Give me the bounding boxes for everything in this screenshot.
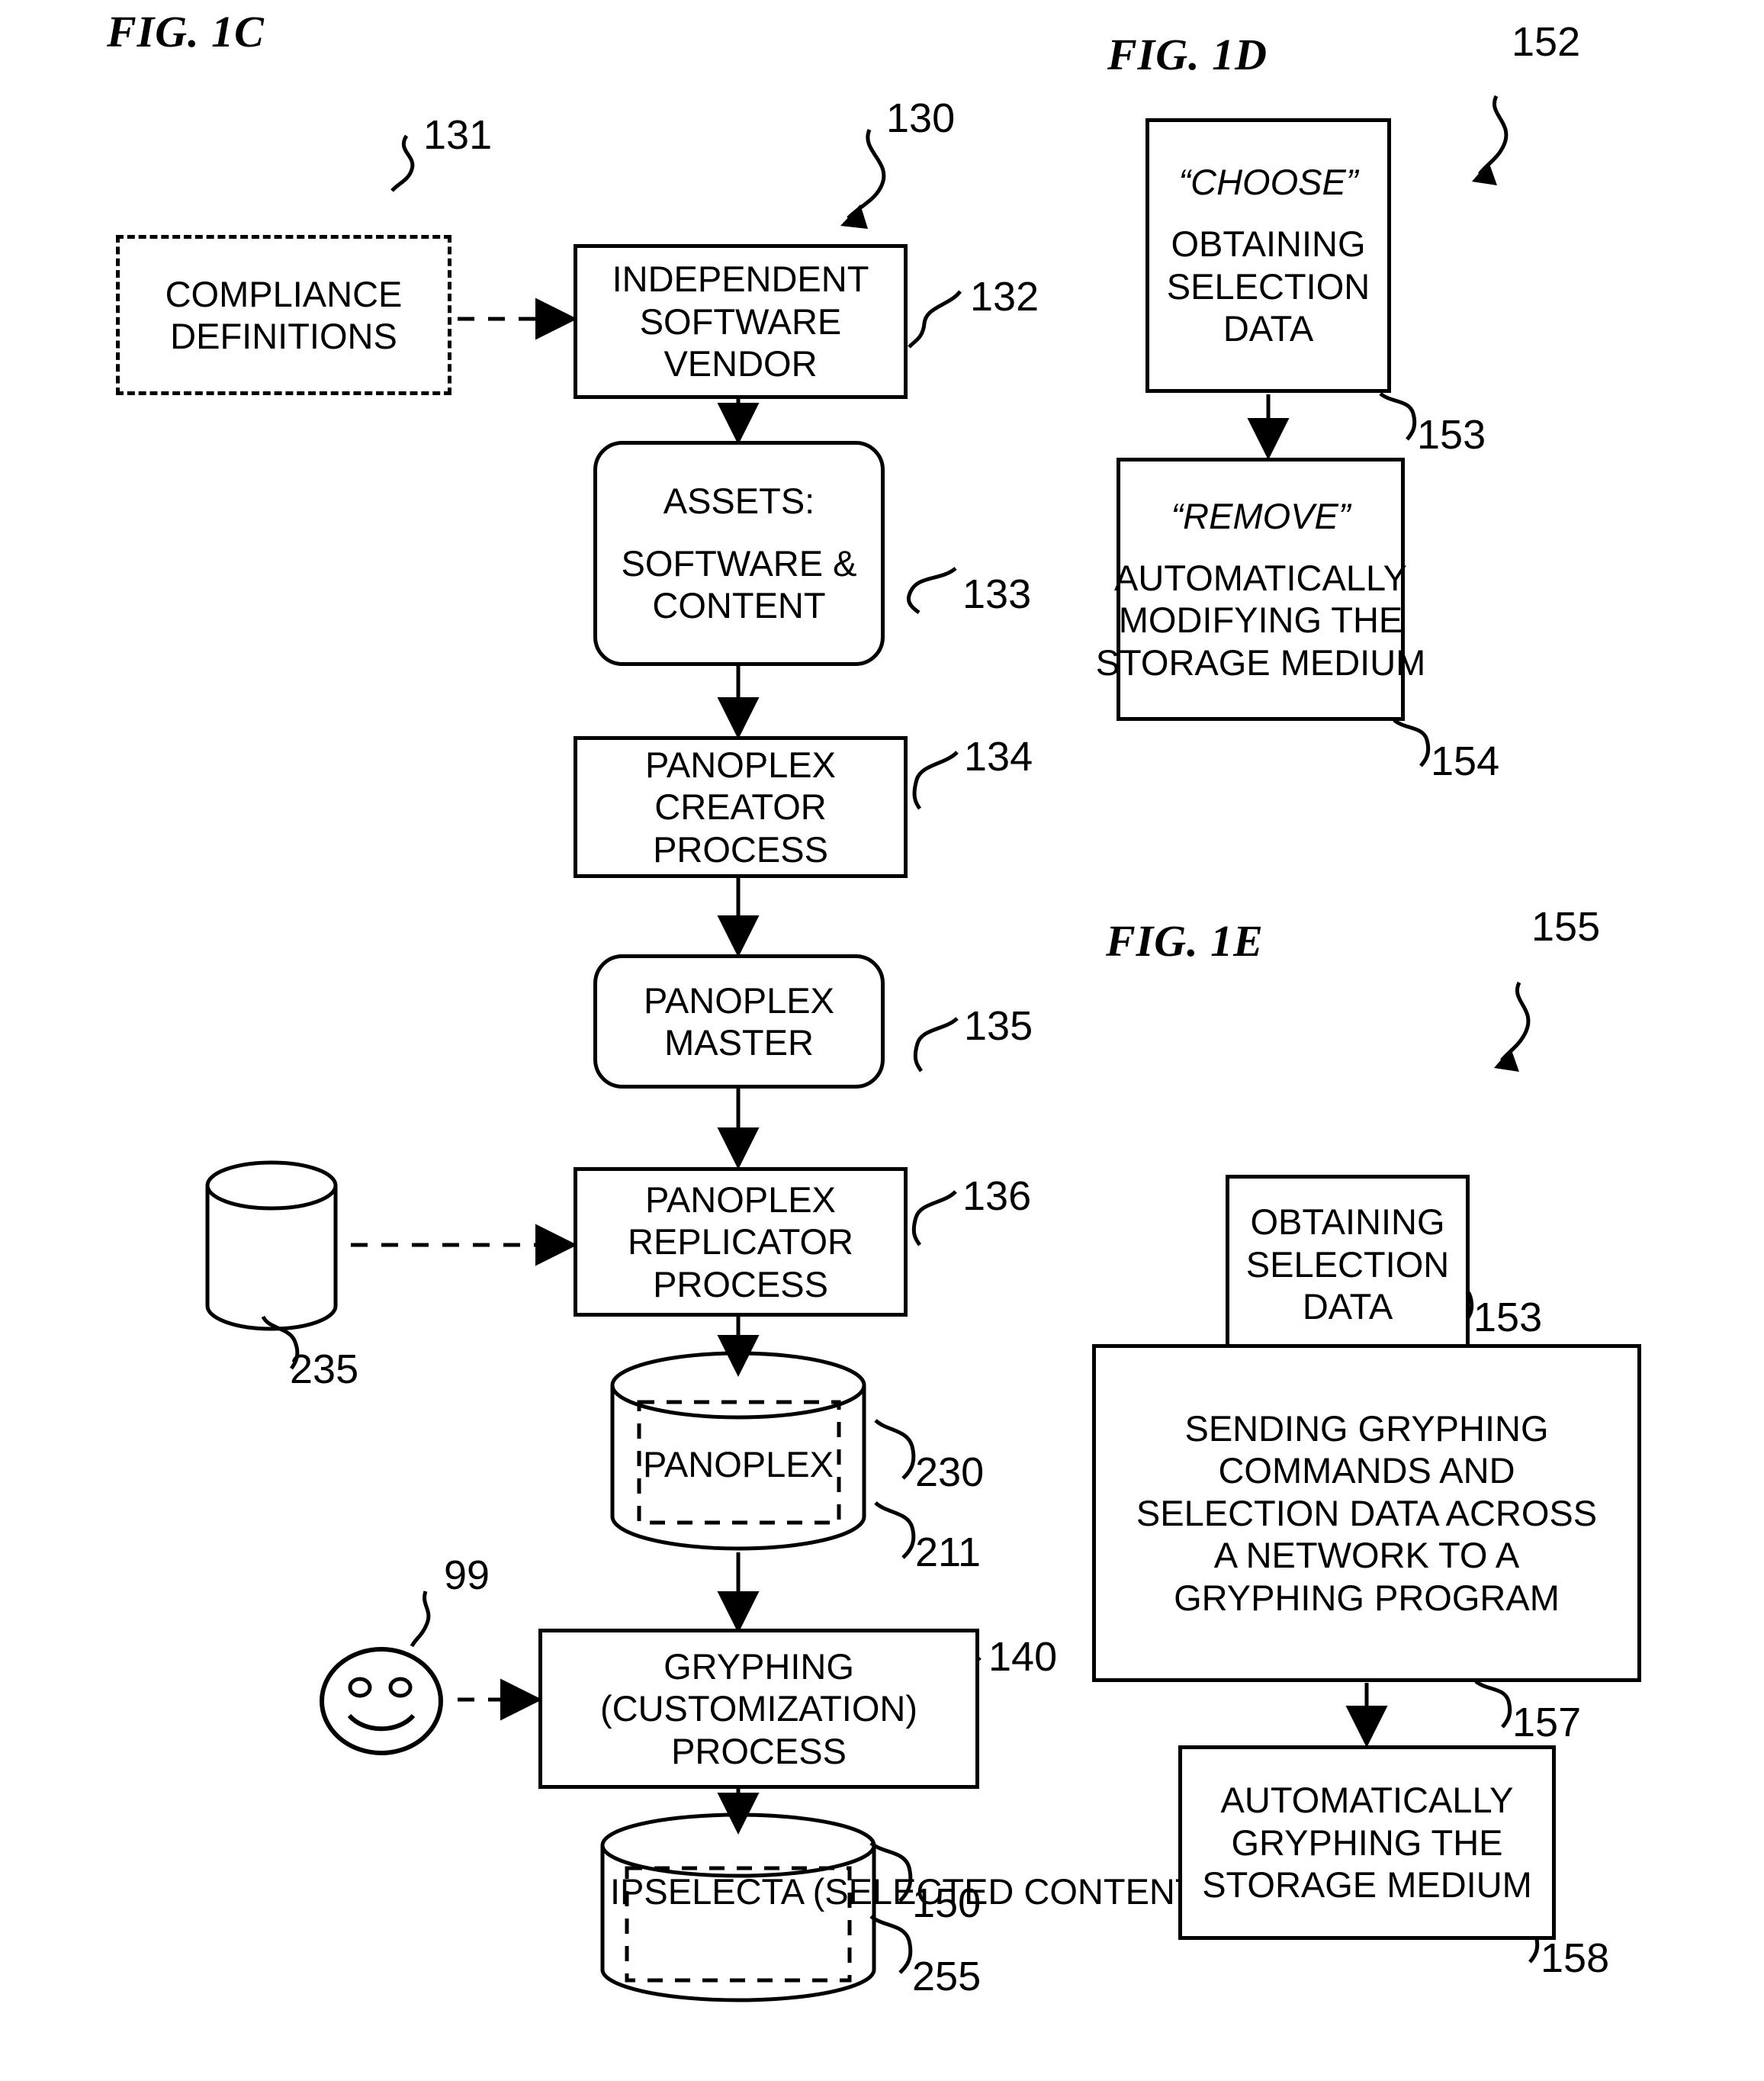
- node-sending-gryphing-commands: SENDING GRYPHING COMMANDS AND SELECTION …: [1092, 1344, 1641, 1682]
- node-line: SENDING GRYPHING: [1184, 1407, 1549, 1449]
- reference-numeral-99: 99: [444, 1552, 490, 1598]
- node-line: PROCESS: [671, 1730, 847, 1771]
- node-line: SOFTWARE &: [621, 542, 857, 584]
- reference-numeral-153-e: 153: [1473, 1295, 1543, 1340]
- node-line: OBTAINING: [1171, 224, 1366, 265]
- reference-numeral-130: 130: [886, 95, 956, 141]
- node-line: A NETWORK TO A: [1213, 1535, 1520, 1576]
- patent-figure-sheet: FIG. 1C 130 131 COMPLIANCE DEFINITIONS I…: [0, 0, 1764, 2081]
- reference-numeral-135: 135: [964, 1003, 1033, 1049]
- node-panoplex-replicator-process: PANOPLEX REPLICATOR PROCESS: [574, 1167, 908, 1317]
- reference-numeral-211: 211: [915, 1529, 982, 1575]
- lead-line-130: [840, 129, 886, 229]
- node-line: PROCESS: [653, 828, 828, 870]
- node-line: DATA: [1302, 1286, 1393, 1327]
- node-line: SELECTION: [1245, 1243, 1450, 1285]
- label-panoplex-disk: PANOPLEX: [643, 1444, 834, 1484]
- node-line: (CUSTOMIZATION): [599, 1688, 917, 1729]
- node-line: OBTAINING: [1250, 1201, 1445, 1243]
- node-line: IPSELECTA: [610, 1871, 803, 1912]
- node-line: REPLICATOR: [628, 1221, 853, 1262]
- node-line: SOFTWARE: [639, 301, 842, 342]
- figure-title-1e: FIG. 1E: [1106, 916, 1264, 966]
- reference-numeral-153-d: 153: [1417, 412, 1486, 458]
- node-gryphing-customization-process: GRYPHING (CUSTOMIZATION) PROCESS: [538, 1629, 979, 1789]
- lead-line-154: [1393, 718, 1431, 767]
- node-obtaining-selection-data: OBTAINING SELECTION DATA: [1226, 1175, 1470, 1354]
- node-line: DEFINITIONS: [170, 316, 397, 356]
- lead-line-134: [912, 751, 959, 810]
- node-line: AUTOMATICALLY: [1220, 1780, 1514, 1821]
- reference-numeral-134: 134: [964, 734, 1033, 780]
- node-line: STORAGE MEDIUM: [1202, 1864, 1532, 1906]
- lead-line-136: [911, 1190, 957, 1246]
- reference-numeral-136: 136: [962, 1173, 1032, 1219]
- reference-numeral-158: 158: [1541, 1935, 1610, 1981]
- node-line: GRYPHING: [664, 1645, 854, 1687]
- reference-numeral-157: 157: [1512, 1700, 1582, 1745]
- reference-numeral-140: 140: [988, 1634, 1058, 1680]
- node-line: PANOPLEX: [645, 744, 836, 785]
- reference-numeral-150: 150: [912, 1880, 982, 1926]
- node-line: CREATOR: [654, 786, 827, 828]
- node-choose-obtaining-selection-data: “CHOOSE” OBTAINING SELECTION DATA: [1145, 118, 1391, 393]
- lead-line-153-d: [1379, 391, 1417, 441]
- reference-numeral-255: 255: [912, 1954, 982, 1999]
- node-line: PANOPLEX: [645, 1179, 836, 1220]
- lead-line-211: [874, 1501, 916, 1559]
- figure-title-1c: FIG. 1C: [107, 7, 265, 56]
- lead-line-157: [1474, 1679, 1512, 1729]
- node-line: GRYPHING PROGRAM: [1174, 1577, 1560, 1618]
- node-line: SELECTION: [1166, 265, 1370, 307]
- node-line: STORAGE MEDIUM: [1095, 642, 1426, 683]
- reference-numeral-155: 155: [1531, 904, 1601, 950]
- lead-line-255: [869, 1915, 913, 1974]
- reference-numeral-230: 230: [915, 1449, 985, 1495]
- node-line: MASTER: [664, 1022, 814, 1063]
- lead-line-99: [410, 1591, 431, 1648]
- label-ipselecta-disk: IPSELECTA (SELECTED CONTENT): [610, 1870, 1209, 1912]
- lead-line-131: [390, 134, 415, 192]
- node-compliance-definitions: COMPLIANCE DEFINITIONS: [116, 235, 451, 395]
- node-remove-automatically-modifying: “REMOVE” AUTOMATICALLY MODIFYING THE STO…: [1096, 458, 1425, 721]
- lead-line-135: [913, 1017, 959, 1073]
- node-line: CONTENT: [652, 585, 826, 626]
- node-line: PROCESS: [653, 1263, 828, 1304]
- node-line: INDEPENDENT: [612, 259, 869, 300]
- node-line: GRYPHING THE: [1231, 1822, 1503, 1863]
- node-quoted-term: “CHOOSE”: [1178, 162, 1358, 203]
- node-independent-software-vendor: INDEPENDENT SOFTWARE VENDOR: [574, 244, 908, 399]
- node-line: VENDOR: [664, 343, 818, 384]
- lead-line-155: [1494, 981, 1531, 1072]
- reference-numeral-132: 132: [970, 274, 1039, 320]
- reference-numeral-154: 154: [1431, 738, 1500, 784]
- node-line: ASSETS:: [663, 481, 815, 522]
- node-assets-software-content: ASSETS: SOFTWARE & CONTENT: [593, 441, 885, 666]
- lead-line-132: [908, 290, 962, 349]
- node-line: COMMANDS AND: [1218, 1450, 1515, 1491]
- node-automatically-gryphing-storage-medium: AUTOMATICALLY GRYPHING THE STORAGE MEDIU…: [1178, 1745, 1556, 1940]
- node-quoted-term: “REMOVE”: [1171, 495, 1351, 536]
- node-line: PANOPLEX: [644, 979, 834, 1021]
- node-line: COMPLIANCE: [165, 273, 403, 314]
- lead-line-133: [907, 567, 957, 614]
- node-panoplex-master: PANOPLEX MASTER: [593, 954, 885, 1089]
- lead-line-230: [874, 1419, 916, 1480]
- reference-numeral-131: 131: [423, 112, 493, 158]
- reference-numeral-235: 235: [290, 1346, 359, 1392]
- lead-line-152: [1472, 95, 1509, 185]
- source-disk-cylinder: [205, 1160, 338, 1331]
- node-panoplex-creator-process: PANOPLEX CREATOR PROCESS: [574, 736, 908, 878]
- figure-title-1d: FIG. 1D: [1107, 30, 1268, 79]
- user-smiley-face-icon: [320, 1647, 443, 1755]
- node-line: SELECTION DATA ACROSS: [1136, 1492, 1598, 1533]
- node-line: DATA: [1223, 308, 1314, 349]
- reference-numeral-152: 152: [1512, 19, 1581, 65]
- node-line: MODIFYING THE: [1118, 600, 1403, 641]
- reference-numeral-133: 133: [962, 571, 1032, 617]
- node-line: AUTOMATICALLY: [1114, 557, 1407, 598]
